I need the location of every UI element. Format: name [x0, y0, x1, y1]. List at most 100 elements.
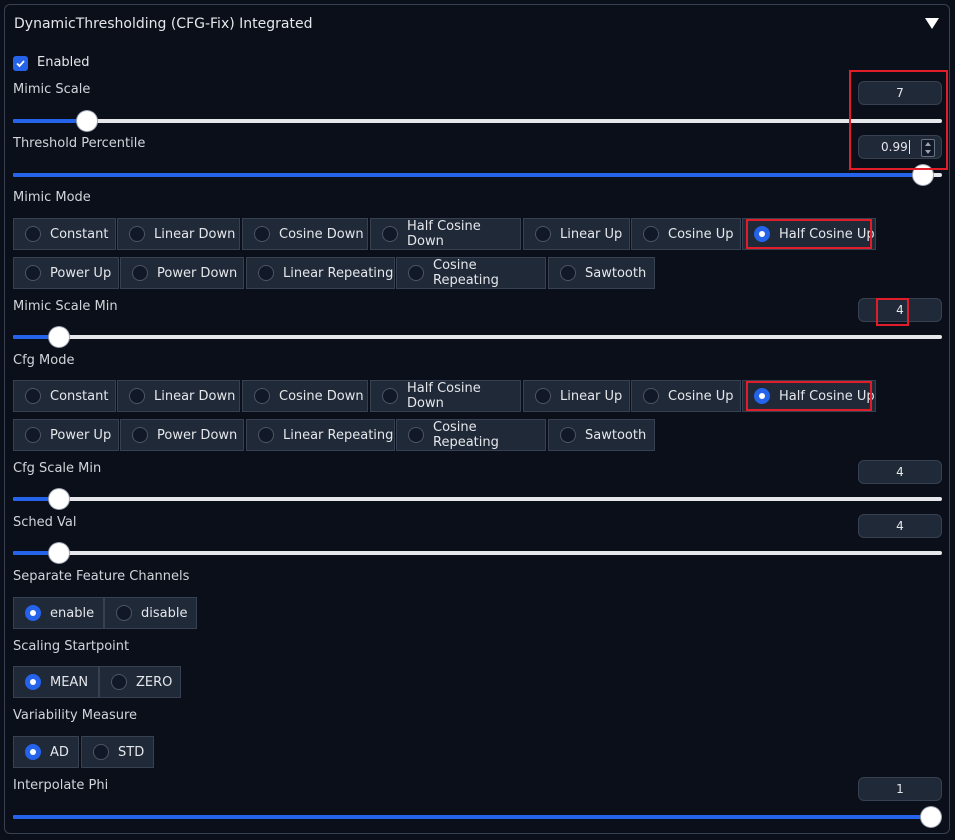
radio-unselected-icon	[129, 226, 145, 242]
radio-option-linear-down[interactable]: Linear Down	[117, 218, 240, 250]
interpolate-phi-label: Interpolate Phi	[13, 778, 109, 793]
interpolate-phi-input[interactable]: 1	[858, 777, 942, 801]
radio-option-label: Linear Down	[154, 388, 236, 404]
radio-option-mean[interactable]: MEAN	[13, 666, 99, 698]
scaling-startpoint-label: Scaling Startpoint	[13, 639, 130, 654]
radio-unselected-icon	[116, 605, 132, 621]
radio-option-label: enable	[50, 605, 95, 621]
radio-option-label: Sawtooth	[585, 265, 647, 281]
radio-unselected-icon	[25, 265, 41, 281]
radio-unselected-icon	[560, 427, 576, 443]
radio-option-ad[interactable]: AD	[13, 736, 79, 768]
collapse-triangle-icon[interactable]	[925, 18, 939, 29]
radio-option-disable[interactable]: disable	[104, 597, 197, 629]
radio-option-label: MEAN	[50, 674, 89, 690]
highlight-box-scale-inputs	[849, 70, 948, 170]
radio-option-half-cosine-down[interactable]: Half Cosine Down	[370, 380, 521, 412]
radio-unselected-icon	[25, 388, 41, 404]
radio-unselected-icon	[382, 388, 398, 404]
sched-val-label: Sched Val	[13, 515, 77, 530]
radio-unselected-icon	[382, 226, 398, 242]
radio-option-label: Cosine Repeating	[433, 420, 499, 450]
radio-option-linear-repeating[interactable]: Linear Repeating	[246, 257, 395, 289]
cfg-scale-min-slider[interactable]	[13, 489, 942, 509]
radio-option-label: Half Cosine Down	[407, 381, 481, 411]
radio-unselected-icon	[132, 427, 148, 443]
radio-option-sawtooth[interactable]: Sawtooth	[548, 419, 655, 451]
radio-unselected-icon	[129, 388, 145, 404]
highlight-box-mimic-min	[876, 298, 909, 326]
threshold-percentile-slider[interactable]	[13, 165, 942, 185]
radio-option-linear-up[interactable]: Linear Up	[523, 380, 630, 412]
separate-feature-channels-label: Separate Feature Channels	[13, 569, 190, 584]
radio-option-sawtooth[interactable]: Sawtooth	[548, 257, 655, 289]
radio-unselected-icon	[132, 265, 148, 281]
radio-option-cosine-down[interactable]: Cosine Down	[242, 380, 368, 412]
radio-option-power-down[interactable]: Power Down	[120, 419, 244, 451]
radio-option-cosine-repeating[interactable]: Cosine Repeating	[396, 419, 546, 451]
cfg-scale-min-slider-thumb[interactable]	[49, 489, 69, 509]
radio-option-linear-repeating[interactable]: Linear Repeating	[246, 419, 395, 451]
highlight-box-selected-mode	[746, 219, 872, 249]
radio-option-label: Linear Down	[154, 226, 236, 242]
radio-option-linear-down[interactable]: Linear Down	[117, 380, 240, 412]
radio-option-label: Cosine Down	[279, 226, 364, 242]
enabled-checkbox[interactable]	[13, 56, 28, 71]
interpolate-phi-slider-thumb[interactable]	[921, 807, 941, 827]
radio-option-label: Cosine Up	[668, 226, 734, 242]
radio-option-cosine-repeating[interactable]: Cosine Repeating	[396, 257, 546, 289]
variability-measure-label: Variability Measure	[13, 708, 138, 723]
radio-option-constant[interactable]: Constant	[13, 218, 116, 250]
radio-option-cosine-up[interactable]: Cosine Up	[631, 218, 741, 250]
mimic-scale-slider-fill	[13, 119, 87, 123]
radio-option-linear-up[interactable]: Linear Up	[523, 218, 630, 250]
radio-option-label: Cosine Up	[668, 388, 734, 404]
radio-unselected-icon	[25, 226, 41, 242]
radio-option-power-down[interactable]: Power Down	[120, 257, 244, 289]
radio-unselected-icon	[408, 427, 424, 443]
radio-option-label: ZERO	[136, 674, 173, 690]
interpolate-phi-slider[interactable]	[13, 807, 942, 827]
threshold-percentile-slider-fill	[13, 173, 923, 177]
threshold-percentile-label: Threshold Percentile	[13, 136, 146, 151]
radio-option-std[interactable]: STD	[81, 736, 154, 768]
radio-unselected-icon	[560, 265, 576, 281]
radio-unselected-icon	[254, 226, 270, 242]
check-icon	[16, 60, 25, 68]
radio-unselected-icon	[258, 265, 274, 281]
radio-option-label: Constant	[50, 388, 109, 404]
radio-unselected-icon	[643, 226, 659, 242]
radio-option-label: Power Up	[50, 265, 112, 281]
radio-option-label: Power Up	[50, 427, 112, 443]
mimic-scale-slider[interactable]	[13, 111, 942, 131]
radio-option-power-up[interactable]: Power Up	[13, 257, 119, 289]
radio-option-label: Half Cosine Down	[407, 219, 481, 249]
panel-title[interactable]: DynamicThresholding (CFG-Fix) Integrated	[14, 16, 312, 32]
mimic-scale-min-slider[interactable]	[13, 327, 942, 347]
cfg-scale-min-input[interactable]: 4	[858, 460, 942, 484]
radio-selected-icon	[25, 744, 41, 760]
radio-option-constant[interactable]: Constant	[13, 380, 116, 412]
radio-option-label: Linear Up	[560, 226, 623, 242]
radio-option-label: Linear Repeating	[283, 427, 394, 443]
radio-option-label: disable	[141, 605, 188, 621]
cfg-scale-min-label: Cfg Scale Min	[13, 461, 102, 476]
radio-option-half-cosine-down[interactable]: Half Cosine Down	[370, 218, 521, 250]
radio-option-enable[interactable]: enable	[13, 597, 104, 629]
sched-val-input[interactable]: 4	[858, 514, 942, 538]
radio-option-label: Cosine Down	[279, 388, 364, 404]
radio-option-label: Linear Repeating	[283, 265, 394, 281]
mimic-scale-min-slider-thumb[interactable]	[49, 327, 69, 347]
radio-option-cosine-down[interactable]: Cosine Down	[242, 218, 368, 250]
sched-val-slider-thumb[interactable]	[49, 543, 69, 563]
radio-option-cosine-up[interactable]: Cosine Up	[631, 380, 741, 412]
radio-option-zero[interactable]: ZERO	[99, 666, 181, 698]
radio-option-label: Linear Up	[560, 388, 623, 404]
mimic-scale-slider-thumb[interactable]	[77, 111, 97, 131]
sched-val-slider[interactable]	[13, 543, 942, 563]
enabled-label: Enabled	[37, 55, 90, 70]
radio-option-label: Power Down	[157, 265, 238, 281]
radio-option-label: AD	[50, 744, 69, 760]
radio-option-power-up[interactable]: Power Up	[13, 419, 119, 451]
radio-unselected-icon	[408, 265, 424, 281]
